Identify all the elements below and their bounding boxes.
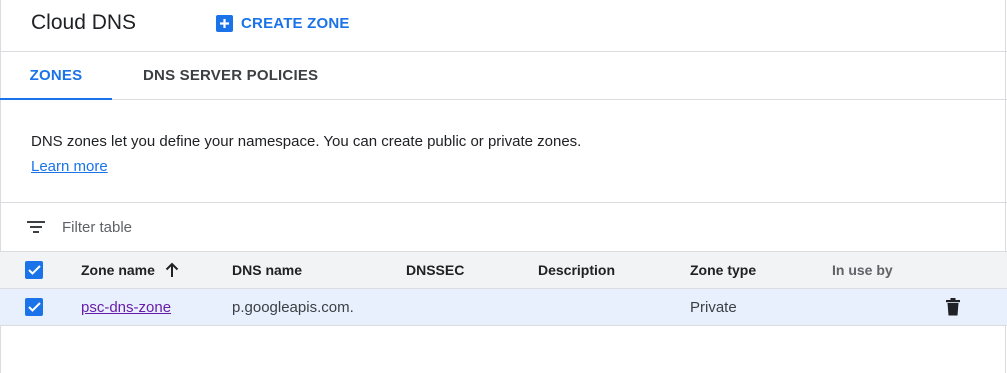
info-text: DNS zones let you define your namespace.… xyxy=(31,133,582,150)
tab-dns-server-policies[interactable]: DNS SERVER POLICIES xyxy=(143,52,318,99)
check-icon xyxy=(27,302,41,312)
add-box-icon xyxy=(216,14,233,32)
dns-name-cell: p.googleapis.com. xyxy=(232,298,354,316)
zone-name-link[interactable]: psc-dns-zone xyxy=(81,299,171,316)
check-icon xyxy=(27,265,41,275)
column-header-in-use-by: In use by xyxy=(832,262,893,278)
filter-list-icon[interactable] xyxy=(27,220,45,234)
select-all-cell xyxy=(25,252,43,288)
arrow-upward-icon[interactable] xyxy=(165,262,179,278)
tab-bar: ZONES DNS SERVER POLICIES xyxy=(0,52,1007,100)
zone-type-cell: Private xyxy=(690,298,737,316)
tab-zones[interactable]: ZONES xyxy=(0,52,112,100)
column-header-dns-name[interactable]: DNS name xyxy=(232,252,302,288)
row-select-cell xyxy=(25,289,43,325)
trash-icon[interactable] xyxy=(945,298,961,316)
create-zone-label: CREATE ZONE xyxy=(241,14,350,32)
column-header-zone-type[interactable]: Zone type xyxy=(690,252,756,288)
table-row[interactable]: psc-dns-zone p.googleapis.com. Private xyxy=(0,289,1007,326)
filter-bar xyxy=(0,202,1007,252)
create-zone-button[interactable]: CREATE ZONE xyxy=(216,12,350,34)
column-label: Zone name xyxy=(81,262,155,278)
table-header-row: Zone name DNS name DNSSEC Description Zo… xyxy=(0,252,1007,289)
learn-more-link[interactable]: Learn more xyxy=(31,158,108,175)
zone-name-cell: psc-dns-zone xyxy=(81,289,171,325)
row-checkbox[interactable] xyxy=(25,298,43,316)
delete-cell xyxy=(945,289,961,325)
column-header-description[interactable]: Description xyxy=(538,252,615,288)
column-header-dnssec[interactable]: DNSSEC xyxy=(406,252,464,288)
column-header-zone-name[interactable]: Zone name xyxy=(81,252,179,288)
select-all-checkbox[interactable] xyxy=(25,261,43,279)
filter-table-input[interactable] xyxy=(62,215,662,239)
page-title: Cloud DNS xyxy=(31,11,137,34)
page-header: Cloud DNS CREATE ZONE xyxy=(0,0,1007,52)
